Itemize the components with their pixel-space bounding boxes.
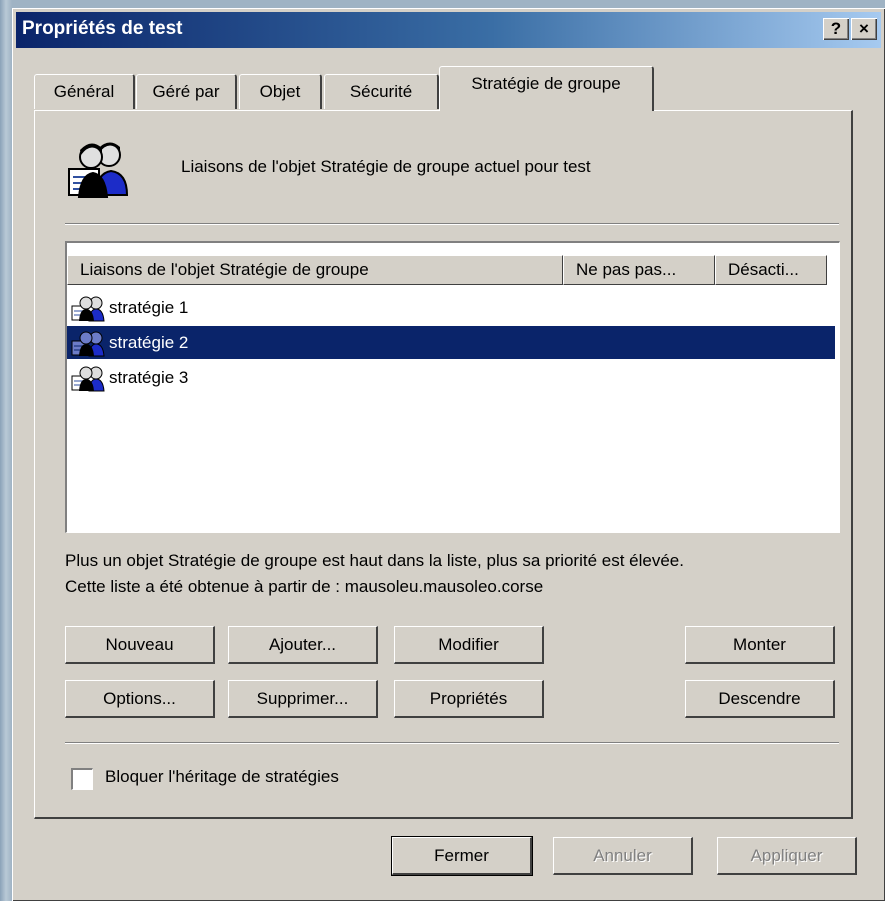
list-item-label: stratégie 2 [109, 333, 189, 352]
column-header-links[interactable]: Liaisons de l'objet Stratégie de groupe [67, 255, 563, 285]
gpo-link-icon [71, 296, 105, 322]
column-header-no-override[interactable]: Ne pas pas... [563, 255, 715, 285]
gpo-link-icon [71, 331, 105, 357]
gpo-link-icon [71, 366, 105, 392]
new-button[interactable]: Nouveau [65, 626, 215, 664]
close-button[interactable]: × [851, 18, 877, 40]
block-inheritance-label[interactable]: Bloquer l'héritage de stratégies [105, 767, 339, 787]
tab-objet[interactable]: Objet [239, 74, 322, 109]
separator [65, 223, 839, 225]
list-item-selected[interactable]: stratégie 2 [67, 326, 835, 359]
properties-dialog: Propriétés de test ? × Général Géré par … [12, 8, 885, 901]
list-item-label: stratégie 1 [109, 298, 189, 317]
tab-gere-par[interactable]: Géré par [136, 74, 237, 109]
header-description: Liaisons de l'objet Stratégie de groupe … [181, 157, 591, 176]
column-header-disabled[interactable]: Désacti... [715, 255, 827, 285]
list-item[interactable]: stratégie 3 [67, 361, 835, 394]
gpo-links-list[interactable]: Liaisons de l'objet Stratégie de groupe … [65, 241, 840, 533]
tab-securite[interactable]: Sécurité [324, 74, 439, 109]
properties-button[interactable]: Propriétés [394, 680, 544, 718]
tab-panel: Liaisons de l'objet Stratégie de groupe … [34, 110, 853, 819]
add-button[interactable]: Ajouter... [228, 626, 378, 664]
cancel-button[interactable]: Annuler [553, 837, 693, 875]
list-item-label: stratégie 3 [109, 368, 189, 387]
title-bar[interactable]: Propriétés de test ? × [16, 12, 881, 48]
options-button[interactable]: Options... [65, 680, 215, 718]
users-policy-icon [68, 142, 129, 198]
apply-button[interactable]: Appliquer [717, 837, 857, 875]
list-item[interactable]: stratégie 1 [67, 291, 835, 324]
window-title: Propriétés de test [22, 18, 183, 39]
edit-button[interactable]: Modifier [394, 626, 544, 664]
delete-button[interactable]: Supprimer... [228, 680, 378, 718]
tab-general[interactable]: Général [34, 74, 135, 109]
help-button[interactable]: ? [823, 18, 849, 40]
move-up-button[interactable]: Monter [685, 626, 835, 664]
close-dialog-button[interactable]: Fermer [391, 836, 533, 876]
separator [65, 742, 839, 744]
source-info-text: Cette liste a été obtenue à partir de : … [65, 577, 544, 596]
priority-info-text: Plus un objet Stratégie de groupe est ha… [65, 551, 684, 570]
block-inheritance-checkbox[interactable] [71, 768, 93, 790]
tab-strategie-de-groupe[interactable]: Stratégie de groupe [439, 66, 654, 111]
move-down-button[interactable]: Descendre [685, 680, 835, 718]
